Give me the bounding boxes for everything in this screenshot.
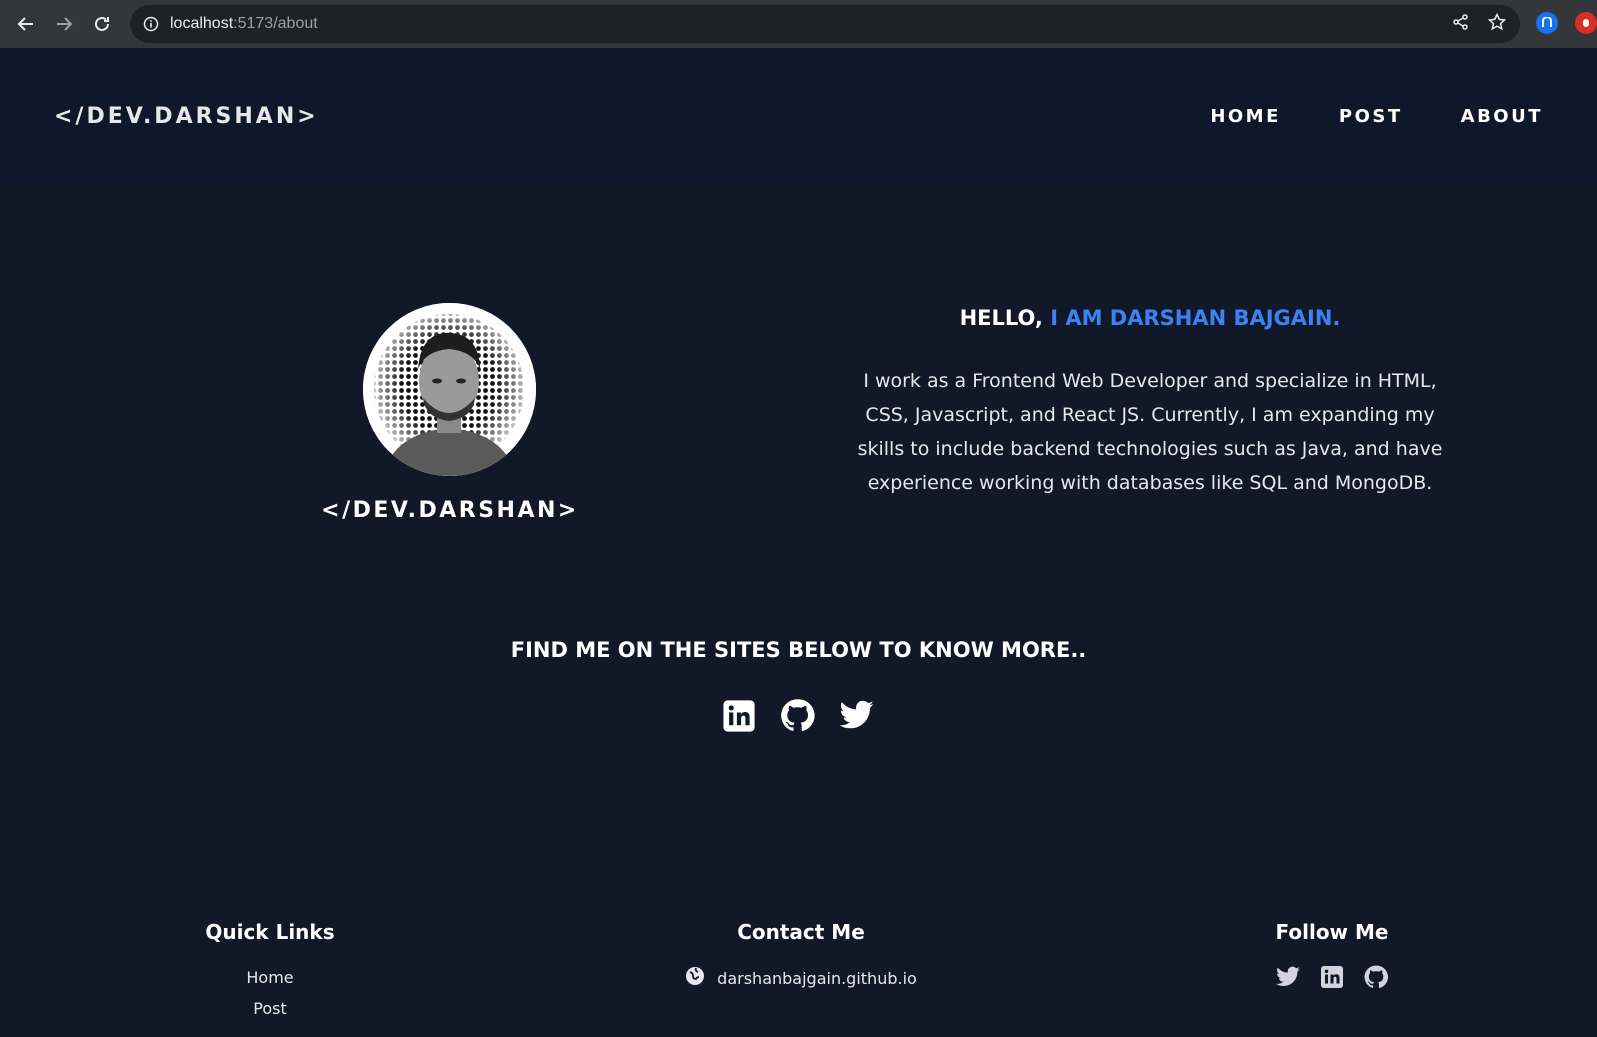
github-icon[interactable] bbox=[779, 697, 816, 734]
reload-icon[interactable] bbox=[83, 0, 121, 48]
hero-name: </DEV.DARSHAN> bbox=[321, 498, 579, 523]
twitter-icon[interactable] bbox=[1275, 964, 1301, 990]
address-bar[interactable]: localhost:5173/about bbox=[130, 5, 1520, 43]
profile-photo bbox=[363, 303, 536, 476]
browser-toolbar: localhost:5173/about bbox=[0, 0, 1597, 48]
forward-arrow-icon[interactable] bbox=[45, 0, 83, 48]
site-logo[interactable]: </DEV.DARSHAN> bbox=[54, 104, 319, 129]
linkedin-icon[interactable] bbox=[1319, 964, 1345, 990]
globe-icon bbox=[685, 966, 705, 990]
contact-column: Contact Me darshanbajgain.github.io bbox=[651, 880, 951, 990]
bio-text: I work as a Frontend Web Developer and s… bbox=[857, 370, 1443, 494]
url-text: localhost:5173/about bbox=[170, 15, 318, 32]
twitter-icon[interactable] bbox=[838, 697, 875, 734]
nav-post[interactable]: POST bbox=[1339, 106, 1403, 127]
follow-heading: Follow Me bbox=[1275, 920, 1389, 944]
star-icon[interactable] bbox=[1487, 12, 1507, 35]
contact-website-text: darshanbajgain.github.io bbox=[717, 968, 917, 988]
share-icon[interactable] bbox=[1452, 13, 1470, 35]
footer-link-post[interactable]: Post bbox=[253, 999, 286, 1018]
site-header: </DEV.DARSHAN> HOME POST ABOUT bbox=[0, 48, 1597, 184]
footer-link-home[interactable]: Home bbox=[246, 968, 293, 987]
main-nav: HOME POST ABOUT bbox=[1210, 106, 1543, 127]
nav-home[interactable]: HOME bbox=[1210, 106, 1281, 127]
extension-icon[interactable] bbox=[1536, 12, 1558, 34]
linkedin-icon[interactable] bbox=[720, 697, 757, 734]
contact-heading: Contact Me bbox=[737, 920, 865, 944]
extension-icon[interactable] bbox=[1575, 12, 1597, 34]
site-footer: Quick Links Home Post Contact Me darshan… bbox=[0, 880, 1597, 1037]
follow-column: Follow Me bbox=[1182, 880, 1482, 990]
info-icon[interactable] bbox=[142, 15, 160, 33]
find-me-heading: FIND ME ON THE SITES BELOW TO KNOW MORE.… bbox=[510, 638, 1087, 662]
github-icon[interactable] bbox=[1363, 964, 1389, 990]
back-arrow-icon[interactable] bbox=[7, 0, 45, 48]
nav-about[interactable]: ABOUT bbox=[1461, 106, 1543, 127]
hello-heading: HELLO, I AM DARSHAN BAJGAIN. bbox=[959, 306, 1341, 330]
social-links bbox=[720, 697, 875, 734]
quick-links-column: Quick Links Home Post bbox=[120, 880, 420, 1018]
contact-website[interactable]: darshanbajgain.github.io bbox=[651, 966, 951, 990]
quick-links-heading: Quick Links bbox=[205, 920, 335, 944]
